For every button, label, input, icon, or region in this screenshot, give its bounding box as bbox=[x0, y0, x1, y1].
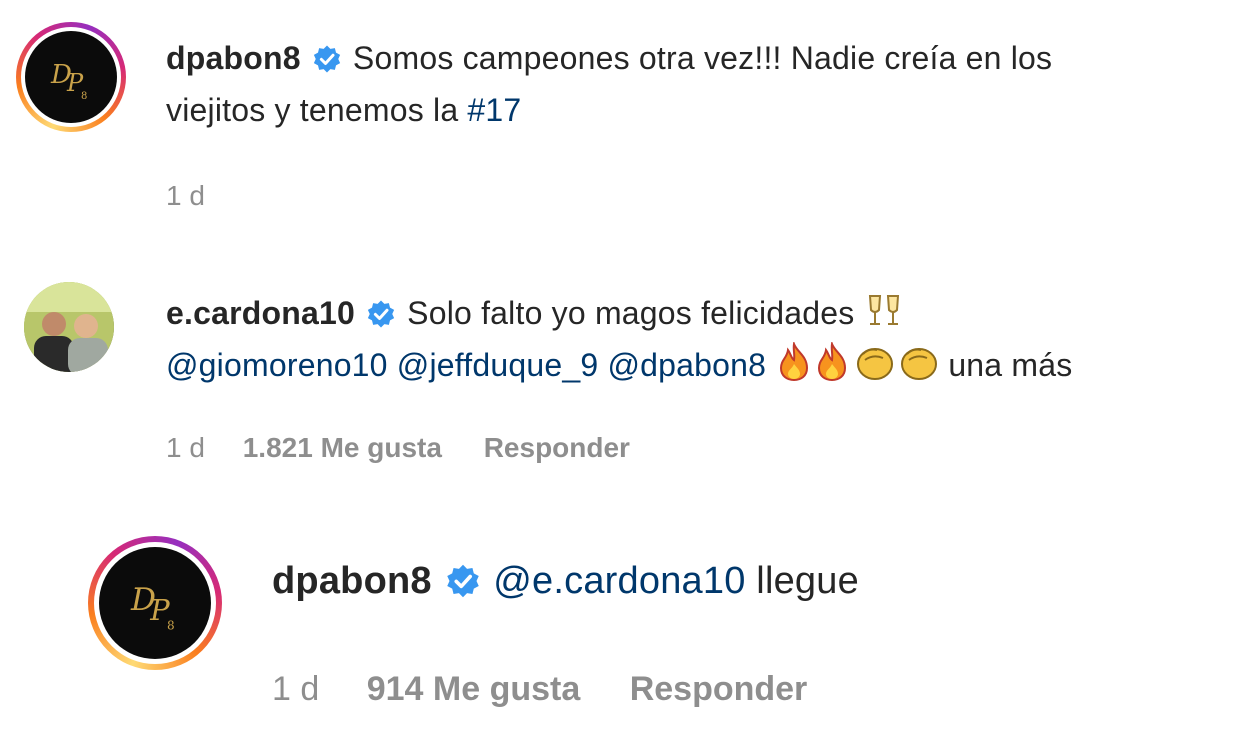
fire-icon bbox=[780, 342, 809, 382]
clinking-glasses-icon bbox=[868, 295, 899, 325]
comment-meta: 1 d bbox=[166, 180, 205, 212]
comment-text-cont: viejitos y tenemos la bbox=[166, 92, 468, 128]
verified-badge-icon bbox=[367, 300, 395, 328]
mention-link[interactable]: @dpabon8 bbox=[607, 347, 766, 383]
dp-logo-icon: D P 8 bbox=[130, 582, 175, 632]
likes-count[interactable]: 1.821 Me gusta bbox=[243, 432, 442, 464]
reply-button[interactable]: Responder bbox=[484, 432, 630, 464]
username[interactable]: dpabon8 bbox=[166, 40, 301, 76]
avatar[interactable] bbox=[24, 282, 114, 372]
avatar[interactable]: D P 8 bbox=[16, 22, 126, 132]
username[interactable]: dpabon8 bbox=[272, 560, 432, 602]
comment-ecardona10: e.cardona10 Solo falto yo magos felicida… bbox=[0, 270, 1260, 480]
comment-dpabon8: D P 8 dpabon8 Somos campeones otra vez!!… bbox=[0, 0, 1260, 240]
timestamp[interactable]: 1 d bbox=[272, 670, 319, 709]
hashtag-link[interactable]: #17 bbox=[467, 92, 521, 128]
comment-text-suffix: una más bbox=[948, 347, 1073, 383]
verified-badge-icon bbox=[446, 564, 479, 598]
comment-text: Somos campeones otra vez!!! Nadie creía … bbox=[352, 40, 1053, 76]
mention-link[interactable]: @e.cardona10 bbox=[493, 560, 745, 602]
timestamp[interactable]: 1 d bbox=[166, 432, 205, 464]
reply-text: dpabon8 @e.cardona10 llegue bbox=[272, 560, 859, 603]
reply-button[interactable]: Responder bbox=[630, 670, 808, 709]
mention-link[interactable]: @giomoreno10 bbox=[166, 347, 388, 383]
likes-count[interactable]: 914 Me gusta bbox=[367, 670, 581, 709]
fire-icon bbox=[818, 342, 847, 382]
reply-body: llegue bbox=[756, 560, 859, 602]
timestamp[interactable]: 1 d bbox=[166, 180, 205, 212]
comment-text-line-2: @giomoreno10 @jeffduque_9 @dpabon8 una m… bbox=[166, 342, 1072, 384]
svg-text:8: 8 bbox=[81, 91, 87, 102]
clapping-hands-icon bbox=[901, 348, 938, 380]
clapping-hands-icon bbox=[857, 348, 894, 380]
comment-text-line-2: viejitos y tenemos la #17 bbox=[166, 92, 521, 129]
comment-text: Solo falto yo magos felicidades bbox=[407, 295, 855, 331]
comment-text-line-1: dpabon8 Somos campeones otra vez!!! Nadi… bbox=[166, 40, 1052, 77]
reply-meta: 1 d 914 Me gusta Responder bbox=[272, 670, 807, 709]
dp-logo-icon: D P 8 bbox=[50, 60, 87, 102]
mention-link[interactable]: @jeffduque_9 bbox=[397, 347, 599, 383]
comments-thread: D P 8 dpabon8 Somos campeones otra vez!!… bbox=[0, 0, 1260, 740]
verified-badge-icon bbox=[313, 45, 340, 73]
comment-meta: 1 d 1.821 Me gusta Responder bbox=[166, 432, 630, 464]
reply-dpabon8: D P 8 dpabon8 @e.cardona10 llegue 1 d 91… bbox=[0, 520, 1260, 740]
svg-text:8: 8 bbox=[167, 618, 175, 632]
username[interactable]: e.cardona10 bbox=[166, 295, 355, 331]
profile-photo-icon bbox=[24, 282, 114, 372]
avatar[interactable]: D P 8 bbox=[88, 536, 222, 670]
comment-text-line-1: e.cardona10 Solo falto yo magos felicida… bbox=[166, 290, 904, 332]
